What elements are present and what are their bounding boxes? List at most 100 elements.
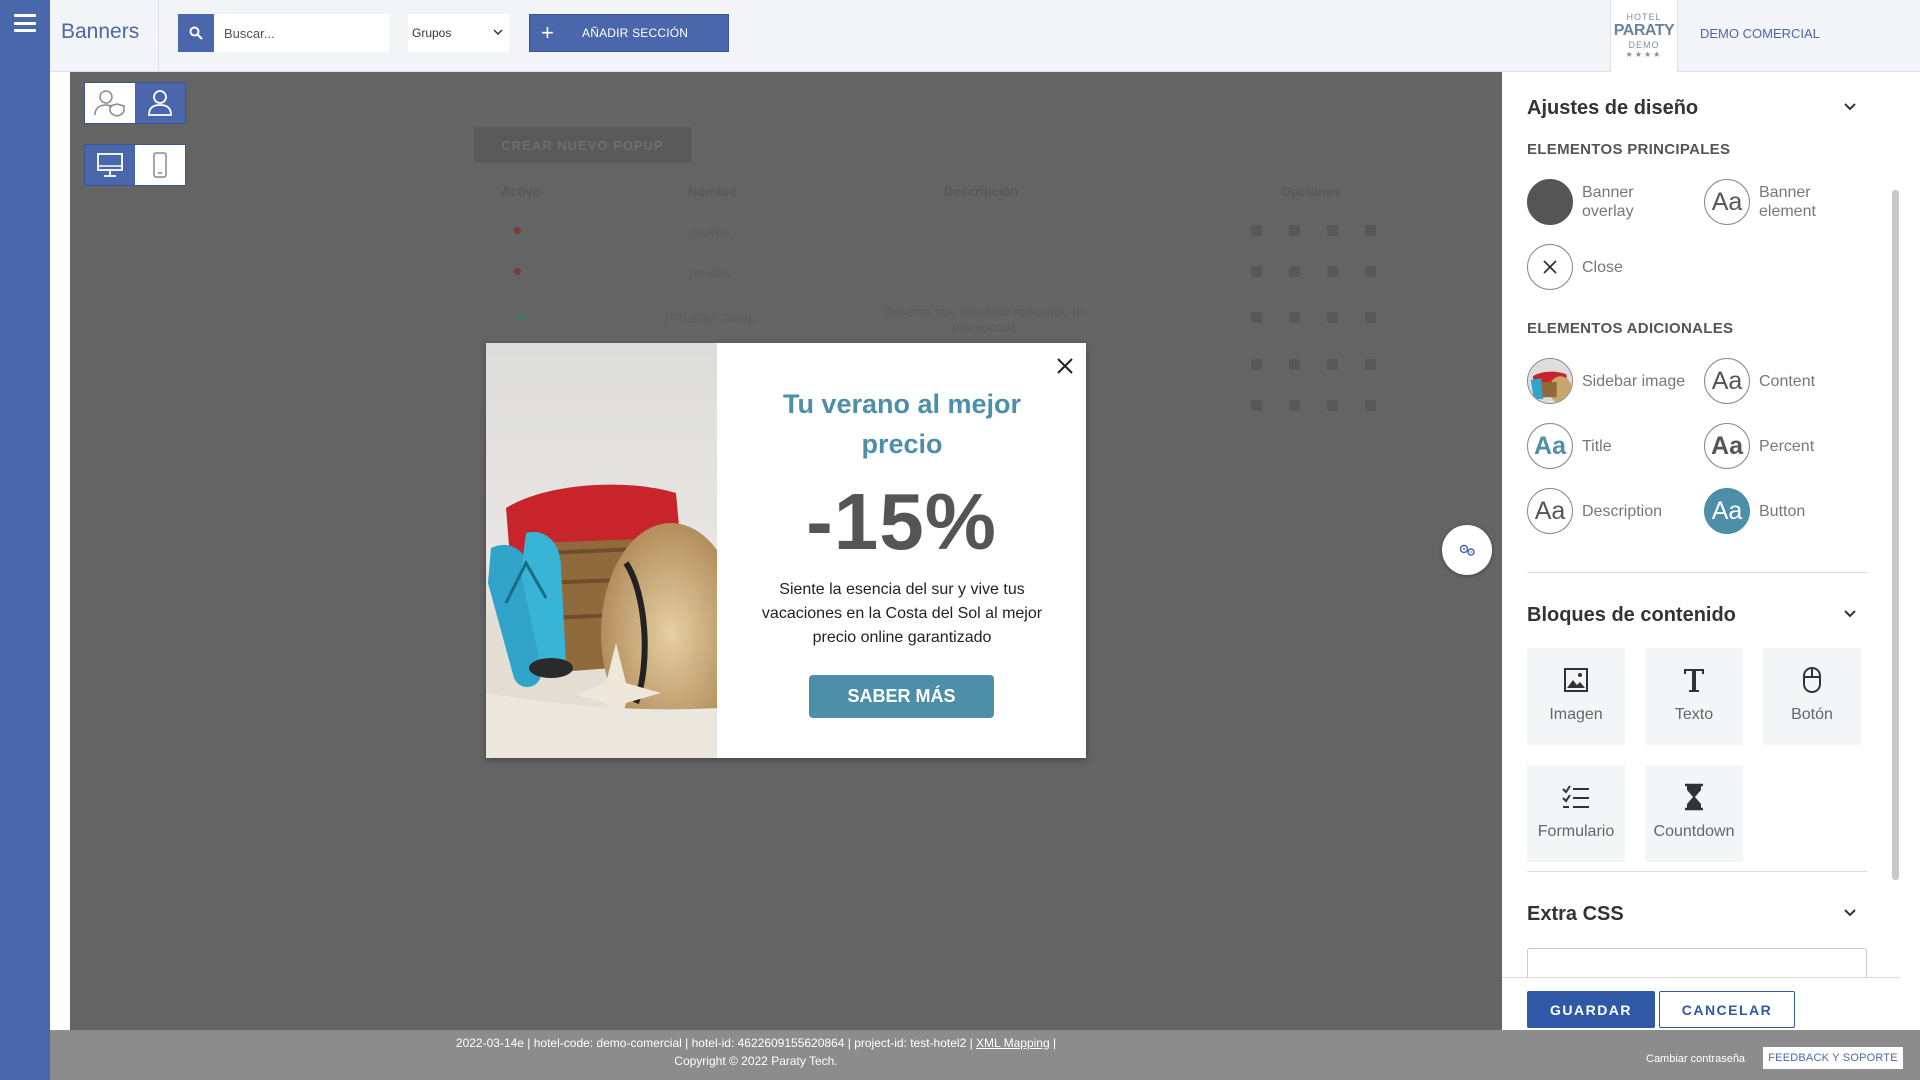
logo-line: DEMO [1628,40,1660,50]
settings-icon [1251,312,1262,323]
mobile-view-button[interactable] [135,145,185,185]
copyright: Copyright © 2022 Paraty Tech. [674,1054,838,1068]
add-section-button[interactable]: + AÑADIR SECCIÓN [529,14,729,52]
table-cell: PRUEBA Josep [664,311,756,326]
popup-preview: Tu verano al mejor precio -15% Siente la… [486,343,1086,758]
edit-icon [1289,359,1300,370]
popup-percent: -15% [806,477,997,566]
groups-select[interactable]: Grupos [408,14,509,52]
text-aa-icon: Aa [1527,423,1573,469]
element-sidebar-image[interactable]: Sidebar image [1527,358,1687,404]
search-icon [189,26,203,40]
element-label: Button [1759,502,1806,520]
popup-cta-button[interactable]: SABER MÁS [809,675,994,718]
plus-icon: + [541,20,554,45]
extra-css-editor[interactable] [1527,948,1867,978]
groups-select-value: Grupos [412,26,452,40]
chevron-down-icon[interactable] [1843,102,1857,112]
block-label: Countdown [1653,823,1735,840]
block-label: Botón [1791,706,1833,723]
settings-icon [1251,359,1262,370]
element-label: Close [1582,258,1623,276]
preview-stage: CREAR NUEVO POPUP Activo Nombre Descripc… [70,72,1502,1030]
chevron-down-icon[interactable] [1843,609,1857,619]
element-banner-overlay[interactable]: Banner overlay [1527,179,1687,225]
block-image[interactable]: Imagen [1527,648,1625,745]
save-button[interactable]: GUARDAR [1527,991,1655,1028]
text-aa-icon: Aa [1527,488,1573,534]
design-settings-panel: Ajustes de diseño ELEMENTOS PRINCIPALES … [1502,72,1900,1030]
mobile-icon [153,152,167,178]
menu-icon[interactable] [14,14,36,32]
column-header: Activo [501,184,541,199]
search-button[interactable] [178,14,214,52]
block-text[interactable]: Texto [1645,648,1743,745]
user-shield-icon [94,90,125,117]
change-password-link[interactable]: Cambiar contraseña [1646,1053,1745,1065]
element-label: Percent [1759,437,1815,455]
cancel-button[interactable]: CANCELAR [1659,991,1795,1028]
popup-content: Tu verano al mejor precio -15% Siente la… [717,343,1086,758]
table-cell: prueba [689,265,731,280]
text-aa-icon: Aa [1704,179,1750,225]
chevron-down-icon[interactable] [1843,908,1857,918]
element-content[interactable]: Aa Content [1704,358,1864,404]
element-close[interactable]: Close [1527,244,1687,290]
desktop-view-button[interactable] [85,145,135,185]
panel-scrollbar[interactable] [1892,190,1899,880]
page-footer: 2022-03-14e | hotel-code: demo-comercial… [50,1030,1920,1080]
design-settings-title: Ajustes de diseño [1527,97,1699,119]
block-label: Imagen [1549,706,1603,723]
beach-scene-image [486,343,717,758]
delete-icon [1365,400,1376,411]
element-label: Content [1759,372,1816,390]
extra-css-title: Extra CSS [1527,903,1624,925]
edit-icon [1289,225,1300,236]
xml-mapping-link[interactable]: XML Mapping [976,1036,1050,1050]
settings-icon [1251,225,1262,236]
close-icon[interactable] [1056,357,1074,375]
feedback-button[interactable]: FEEDBACK Y SOPORTE [1763,1047,1903,1069]
text-icon [1684,669,1704,692]
status-dot [518,314,525,321]
top-bar: Banners Grupos + AÑADIR SECCIÓN HOTEL PA… [50,0,1920,72]
logo-stars: ★★★★ [1625,50,1663,59]
main-elements-title: ELEMENTOS PRINCIPALES [1527,141,1731,158]
footer-info-text: 2022-03-14e | hotel-code: demo-comercial… [455,1036,977,1050]
floating-settings-button[interactable] [1442,525,1492,575]
edit-icon [1289,266,1300,277]
footer-info-text: | [1049,1036,1057,1050]
element-button[interactable]: Aa Button [1704,488,1864,534]
block-button[interactable]: Botón [1763,648,1861,745]
text-aa-icon: Aa [1704,488,1750,534]
logged-user-view-button[interactable] [135,83,185,123]
element-description[interactable]: Aa Description [1527,488,1687,534]
logo-line: PARATY [1613,22,1675,39]
footer-info: 2022-03-14e | hotel-code: demo-comercial… [50,1036,1462,1050]
block-form[interactable]: Formulario [1527,765,1625,862]
element-banner-element[interactable]: Aa Banner element [1704,179,1864,225]
status-dot [514,227,521,234]
copy-icon [1327,266,1338,277]
logo-line: HOTEL [1626,12,1662,22]
block-countdown[interactable]: Countdown [1645,765,1743,862]
text-aa-icon: Aa [1704,358,1750,404]
element-percent[interactable]: Aa Percent [1704,423,1864,469]
element-label: Description [1582,502,1663,520]
device-toggle [84,144,186,186]
table-cell: prueba [689,224,731,239]
column-header: Opciones [1281,184,1341,199]
delete-icon [1365,312,1376,323]
edit-icon [1289,400,1300,411]
user-icon [148,90,172,116]
copy-icon [1327,312,1338,323]
search-input[interactable] [214,14,389,52]
divider [1527,572,1867,573]
copy-icon [1327,400,1338,411]
settings-icon [1251,266,1262,277]
copy-icon [1327,225,1338,236]
element-title[interactable]: Aa Title [1527,423,1687,469]
element-label: Title [1582,437,1612,455]
guest-view-button[interactable] [85,83,135,123]
account-link[interactable]: DEMO COMERCIAL [1700,26,1820,41]
